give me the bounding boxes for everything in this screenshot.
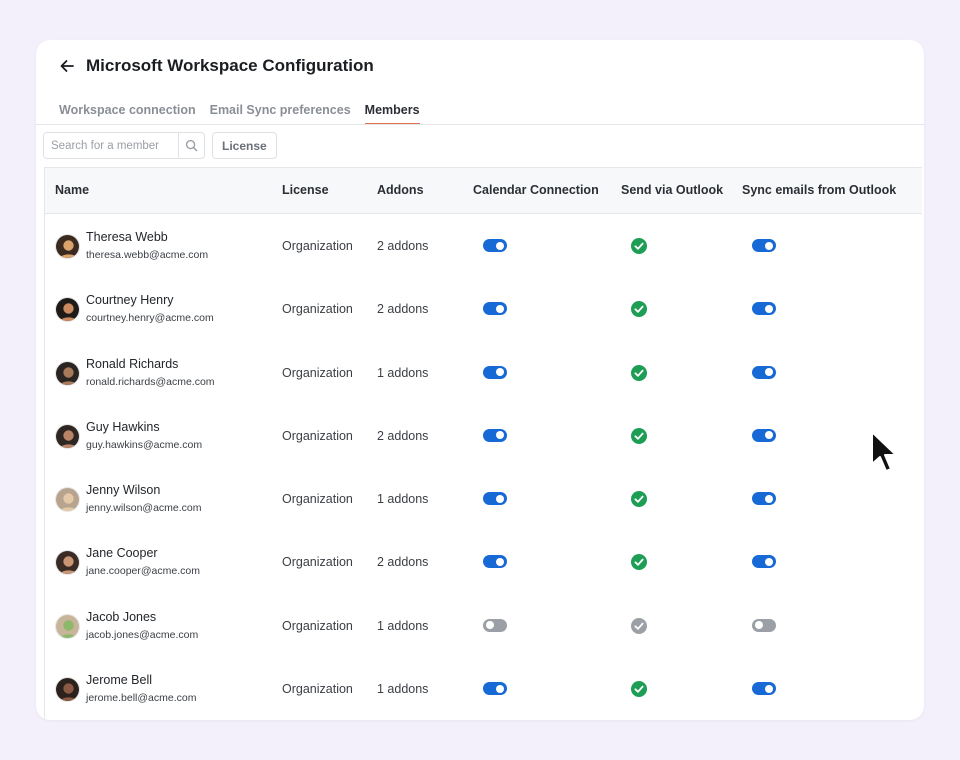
mouse-cursor-icon [871,431,897,472]
addons-value: 2 addons [377,302,429,317]
license-filter-button[interactable]: License [212,132,277,159]
avatar [55,234,80,259]
avatar [55,487,80,513]
table-row[interactable]: Ronald Richards ronald.richards@acme.com… [45,341,922,404]
check-circle-icon [631,364,647,381]
addons-value: 1 addons [377,492,429,507]
table-header: Name License Addons Calendar Connection … [45,167,922,214]
license-value: Organization [282,428,353,443]
sync-emails-toggle[interactable] [752,428,776,442]
check-circle-icon [631,427,647,444]
license-value: Organization [282,302,353,317]
table-row[interactable]: Courtney Henry courtney.henry@acme.com O… [45,277,922,340]
table-row[interactable]: Guy Hawkins guy.hawkins@acme.com Organiz… [45,404,922,467]
member-email: jerome.bell@acme.com [86,692,197,705]
sync-emails-toggle[interactable] [752,239,776,252]
member-name: Jerome Bell [86,673,152,688]
table-row[interactable]: Jenny Wilson jenny.wilson@acme.com Organ… [45,467,922,530]
tab-bar: Workspace connection Email Sync preferen… [59,103,420,125]
member-name: Jacob Jones [86,609,157,624]
addons-value: 1 addons [377,682,429,697]
avatar [55,360,80,386]
config-card: Microsoft Workspace Configuration Worksp… [36,40,924,720]
column-header-calendar-connection[interactable]: Calendar Connection [473,183,599,197]
addons-value: 1 addons [377,365,429,380]
column-header-addons[interactable]: Addons [377,183,424,197]
calendar-connection-toggle[interactable] [483,618,507,632]
column-header-name[interactable]: Name [55,183,89,197]
check-circle-icon [631,681,647,698]
calendar-connection-toggle[interactable] [483,492,507,506]
calendar-connection-toggle[interactable] [483,682,507,696]
license-value: Organization [282,682,353,697]
member-name: Theresa Webb [86,230,168,244]
search-icon[interactable] [178,133,204,158]
table-row[interactable]: Jerome Bell jerome.bell@acme.com Organiz… [45,657,922,720]
avatar [55,613,80,639]
license-value: Organization [282,492,353,507]
sync-emails-toggle[interactable] [752,555,776,569]
member-email: ronald.richards@acme.com [86,375,215,388]
member-email: guy.hawkins@acme.com [86,438,203,451]
table-body: Theresa Webb theresa.webb@acme.com Organ… [45,214,922,720]
avatar [55,550,80,576]
sync-emails-toggle[interactable] [752,365,776,379]
calendar-connection-toggle[interactable] [483,555,507,569]
member-email: jane.cooper@acme.com [86,565,200,578]
table-row[interactable]: Jacob Jones jacob.jones@acme.com Organiz… [45,594,922,657]
member-email: theresa.webb@acme.com [86,249,209,261]
member-name: Guy Hawkins [86,419,160,434]
search-box [43,132,205,159]
members-toolbar: License [43,132,277,159]
member-email: courtney.henry@acme.com [86,312,214,325]
table-row[interactable]: Theresa Webb theresa.webb@acme.com Organ… [45,214,922,277]
check-circle-icon [631,491,647,508]
member-email: jenny.wilson@acme.com [86,502,202,515]
calendar-connection-toggle[interactable] [483,428,507,442]
tabs-divider [36,124,924,125]
check-circle-icon [631,554,647,571]
license-value: Organization [282,239,353,253]
members-table: Name License Addons Calendar Connection … [44,167,922,720]
addons-value: 2 addons [377,239,429,253]
search-input[interactable] [44,133,178,158]
column-header-license[interactable]: License [282,183,329,197]
calendar-connection-toggle[interactable] [483,365,507,379]
avatar [55,677,80,703]
member-name: Courtney Henry [86,293,174,308]
calendar-connection-toggle[interactable] [483,239,507,252]
member-email: jacob.jones@acme.com [86,628,199,641]
member-name: Jenny Wilson [86,483,161,498]
check-circle-icon [631,238,647,254]
check-circle-icon [631,301,647,318]
license-value: Organization [282,365,353,380]
back-arrow-icon[interactable] [58,57,76,75]
calendar-connection-toggle[interactable] [483,302,507,316]
member-name: Jane Cooper [86,546,158,561]
sync-emails-toggle[interactable] [752,302,776,316]
avatar [55,297,80,323]
member-name: Ronald Richards [86,356,179,371]
tab-email-sync-preferences[interactable]: Email Sync preferences [210,103,351,125]
tab-workspace-connection[interactable]: Workspace connection [59,103,196,125]
avatar [55,423,80,449]
sync-emails-toggle[interactable] [752,618,776,632]
column-header-send-via-outlook[interactable]: Send via Outlook [621,183,723,197]
page-title: Microsoft Workspace Configuration [86,56,374,75]
addons-value: 1 addons [377,618,429,633]
table-row[interactable]: Jane Cooper jane.cooper@acme.com Organiz… [45,530,922,593]
check-circle-disabled-icon [631,617,647,634]
page-header: Microsoft Workspace Configuration [58,56,374,76]
license-value: Organization [282,555,353,570]
column-header-sync-emails[interactable]: Sync emails from Outlook [742,183,896,197]
license-value: Organization [282,618,353,633]
addons-value: 2 addons [377,555,429,570]
addons-value: 2 addons [377,428,429,443]
sync-emails-toggle[interactable] [752,492,776,506]
sync-emails-toggle[interactable] [752,682,776,696]
tab-members[interactable]: Members [364,103,420,125]
